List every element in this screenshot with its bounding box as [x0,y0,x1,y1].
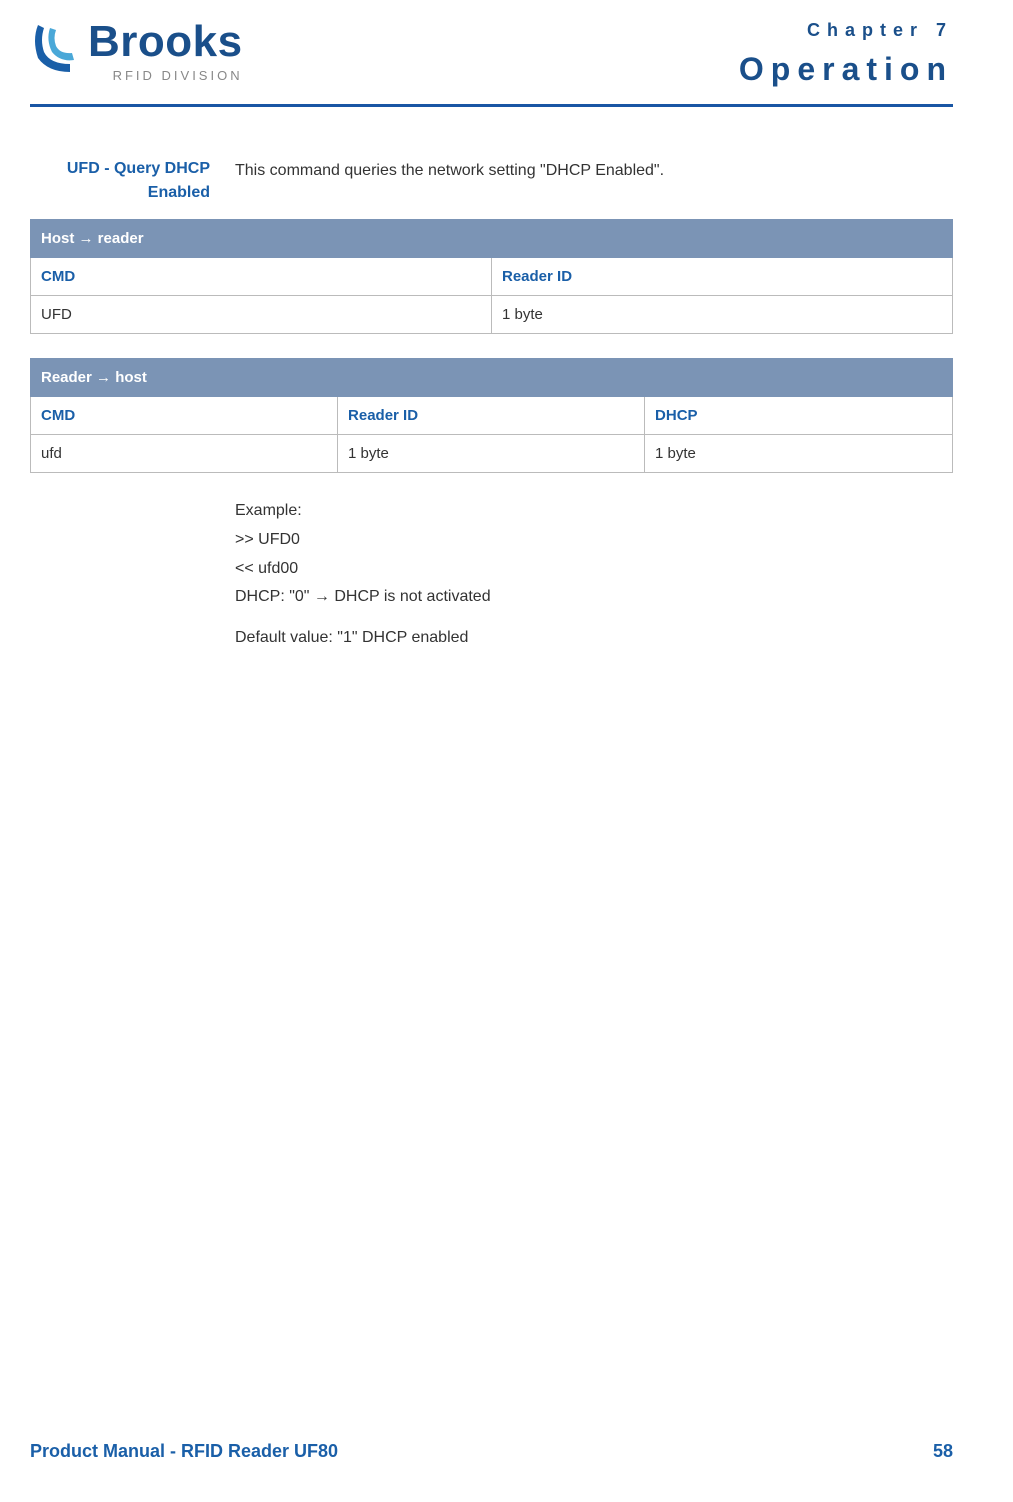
page-footer: Product Manual - RFID Reader UF80 58 [30,1441,953,1462]
table1-title: Host → reader [31,220,953,258]
table2-head-readerid: Reader ID [338,397,645,435]
default-value: Default value: "1" DHCP enabled [235,624,953,653]
section-intro: This command queries the network setting… [235,157,953,205]
table2-title: Reader → host [31,359,953,397]
table2-cell-dhcp: 1 byte [645,435,953,473]
example-line2: >> UFD0 [235,526,953,555]
example-block: Example: >> UFD0 << ufd00 DHCP: "0" → DH… [235,497,953,612]
table2-cell-readerid: 1 byte [338,435,645,473]
header-rule [30,104,953,107]
footer-page-number: 58 [933,1441,953,1462]
example-line1: Example: [235,497,953,526]
table1-cell-cmd: UFD [31,296,492,334]
logo-subtext: RFID DIVISION [88,68,243,83]
brand-logo: Brooks RFID DIVISION [30,20,243,83]
table2-head-dhcp: DHCP [645,397,953,435]
footer-title: Product Manual - RFID Reader UF80 [30,1441,338,1462]
chapter-label: Chapter 7 [739,20,953,41]
table2-head-cmd: CMD [31,397,338,435]
table2-cell-cmd: ufd [31,435,338,473]
chapter-title: Operation [739,51,953,88]
logo-brand-text: Brooks [88,20,243,64]
example-line4: DHCP: "0" → DHCP is not activated [235,583,953,612]
table1-cell-readerid: 1 byte [492,296,953,334]
brooks-icon [30,20,80,75]
section-side-label: UFD - Query DHCP Enabled [30,157,210,205]
table1-head-readerid: Reader ID [492,258,953,296]
host-reader-table: Host → reader CMD Reader ID UFD 1 byte [30,219,953,334]
page-header: Brooks RFID DIVISION Chapter 7 Operation [30,20,953,98]
table1-head-cmd: CMD [31,258,492,296]
reader-host-table: Reader → host CMD Reader ID DHCP ufd 1 b… [30,358,953,473]
example-line3: << ufd00 [235,555,953,584]
